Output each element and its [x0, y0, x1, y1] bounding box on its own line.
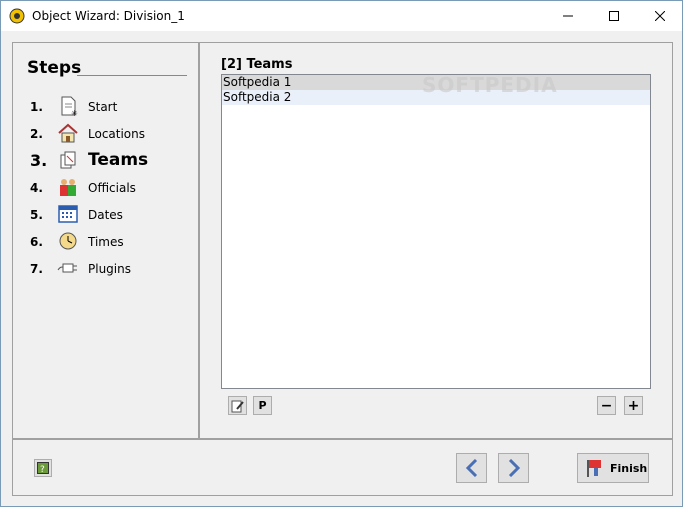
back-button[interactable] — [456, 453, 487, 483]
step-label: Officials — [88, 181, 136, 195]
list-item[interactable]: Softpedia 1 — [222, 75, 650, 90]
minimize-button[interactable] — [545, 1, 591, 31]
step-label: Teams — [88, 150, 149, 170]
app-icon — [9, 8, 25, 24]
p-button[interactable]: P — [253, 396, 272, 415]
step-label: Start — [88, 100, 118, 114]
step-number: 5. — [30, 208, 43, 222]
close-button[interactable] — [637, 1, 683, 31]
step-number: 7. — [30, 262, 43, 276]
step-number: 3. — [30, 151, 48, 170]
minimize-icon — [563, 15, 573, 17]
finish-icon — [587, 460, 601, 477]
step-label: Times — [88, 235, 124, 249]
remove-button[interactable]: − — [597, 396, 616, 415]
chevron-left-icon — [465, 459, 477, 477]
teams-list[interactable]: SOFTPEDIA Softpedia 1 Softpedia 2 — [221, 73, 651, 389]
steps-divider — [77, 75, 187, 76]
window-title: Object Wizard: Division_1 — [32, 9, 185, 23]
officials-icon — [60, 179, 76, 196]
step-label: Plugins — [88, 262, 131, 276]
step-label: Locations — [88, 127, 146, 141]
finish-button[interactable]: Finish — [577, 453, 649, 483]
steps-panel: Steps 1. ✳ Start 2. Locations 3. Teams 4… — [12, 42, 199, 439]
wizard-window: Object Wizard: Division_1 Steps 1. ✳ Sta… — [0, 0, 683, 507]
chevron-right-icon — [508, 459, 520, 477]
help-button[interactable]: ? — [34, 459, 52, 477]
step-number: 1. — [30, 100, 43, 114]
step-plugins[interactable]: 7. Plugins — [13, 257, 198, 281]
calendar-icon — [58, 205, 78, 223]
step-officials[interactable]: 4. Officials — [13, 176, 198, 200]
close-icon — [655, 11, 665, 21]
house-icon — [58, 123, 78, 143]
help-icon: ? — [37, 462, 49, 474]
section-title: [2] Teams — [221, 57, 293, 72]
plug-icon — [57, 263, 77, 273]
document-icon: ✳ — [61, 96, 78, 117]
edit-button[interactable] — [228, 396, 247, 415]
finish-label: Finish — [610, 461, 648, 475]
clock-icon — [59, 232, 77, 250]
step-locations[interactable]: 2. Locations — [13, 122, 198, 146]
step-number: 2. — [30, 127, 43, 141]
step-label: Dates — [88, 208, 123, 222]
next-button[interactable] — [498, 453, 529, 483]
svg-text:✳: ✳ — [71, 109, 78, 117]
add-button[interactable]: + — [624, 396, 643, 415]
footer-panel: ? Finish — [12, 439, 673, 496]
step-times[interactable]: 6. Times — [13, 230, 198, 254]
main-panel: [2] Teams SOFTPEDIA Softpedia 1 Softpedi… — [199, 42, 673, 439]
teams-icon — [60, 151, 76, 169]
title-bar[interactable]: Object Wizard: Division_1 — [1, 1, 682, 31]
edit-icon — [231, 400, 244, 412]
step-dates[interactable]: 5. Dates — [13, 203, 198, 227]
step-teams[interactable]: 3. Teams — [13, 149, 198, 173]
svg-text:?: ? — [40, 465, 45, 474]
step-number: 6. — [30, 235, 43, 249]
steps-title: Steps — [27, 58, 82, 78]
maximize-icon — [609, 11, 619, 21]
step-number: 4. — [30, 181, 43, 195]
step-start[interactable]: 1. ✳ Start — [13, 95, 198, 119]
list-item[interactable]: Softpedia 2 — [222, 90, 650, 105]
maximize-button[interactable] — [591, 1, 637, 31]
